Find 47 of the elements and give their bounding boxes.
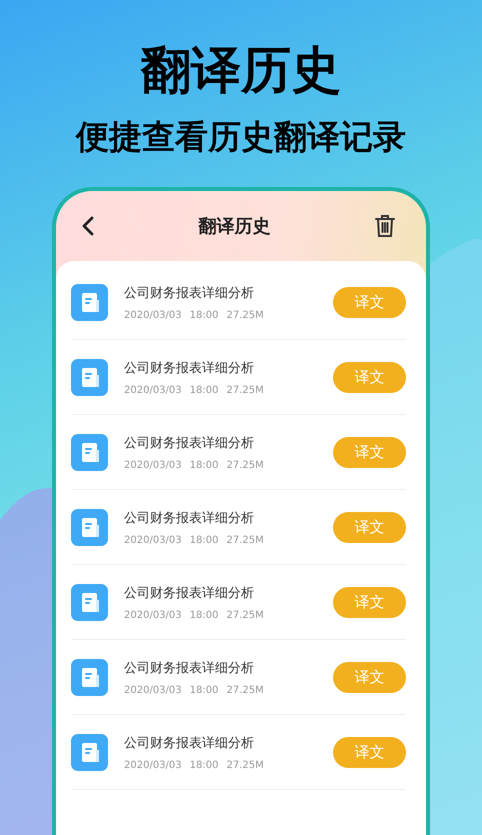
record-time: 18:00 [190, 384, 218, 396]
document-icon [71, 658, 108, 696]
document-icon [71, 284, 108, 320]
document-icon [71, 584, 108, 620]
record-time: 18:00 [190, 610, 218, 620]
record-date: 2020/03/03 [124, 534, 182, 546]
record-date: 2020/03/03 [124, 460, 182, 470]
record-time: 18:00 [190, 460, 218, 470]
record-size: 27.25M [226, 684, 264, 696]
record-size: 27.25M [226, 760, 264, 770]
trash-icon[interactable] [374, 214, 396, 238]
document-icon [71, 508, 108, 546]
record-time: 18:00 [190, 534, 218, 546]
document-icon [71, 734, 108, 770]
record-name: 公司财务报表详细分析 [124, 284, 255, 302]
record-date: 2020/03/03 [124, 760, 182, 770]
record-size: 27.25M [226, 460, 264, 470]
record-size: 27.25M [226, 384, 264, 396]
screen-title: 翻译历史 [198, 215, 270, 238]
document-icon [71, 358, 108, 396]
record-date: 2020/03/03 [124, 310, 182, 320]
record-size: 27.25M [226, 610, 264, 620]
record-date: 2020/03/03 [124, 684, 182, 696]
subheadline: 便捷查看历史翻译记录 [76, 116, 406, 158]
back-icon[interactable] [81, 216, 95, 236]
record-name: 公司财务报表详细分析 [124, 734, 255, 752]
record-name: 公司财务报表详细分析 [124, 434, 255, 452]
record-name: 公司财务报表详细分析 [124, 510, 255, 526]
translation-button[interactable]: 译文 [333, 286, 406, 318]
record-time: 18:00 [190, 684, 218, 696]
record-size: 27.25M [226, 534, 264, 546]
document-icon [71, 434, 108, 470]
translation-button[interactable]: 译文 [333, 436, 406, 468]
record-date: 2020/03/03 [124, 384, 182, 396]
record-date: 2020/03/03 [124, 610, 182, 620]
record-time: 18:00 [190, 310, 218, 320]
record-time: 18:00 [190, 760, 218, 770]
translation-button[interactable]: 译文 [333, 586, 406, 618]
record-size: 27.25M [226, 310, 264, 320]
translation-button[interactable]: 译文 [333, 662, 406, 692]
record-name: 公司财务报表详细分析 [124, 584, 255, 602]
record-name: 公司财务报表详细分析 [124, 360, 255, 376]
translation-button[interactable]: 译文 [333, 736, 406, 768]
record-name: 公司财务报表详细分析 [124, 660, 255, 676]
headline: 翻译历史 [141, 40, 341, 101]
translation-button[interactable]: 译文 [333, 512, 406, 542]
translation-button[interactable]: 译文 [333, 362, 406, 392]
